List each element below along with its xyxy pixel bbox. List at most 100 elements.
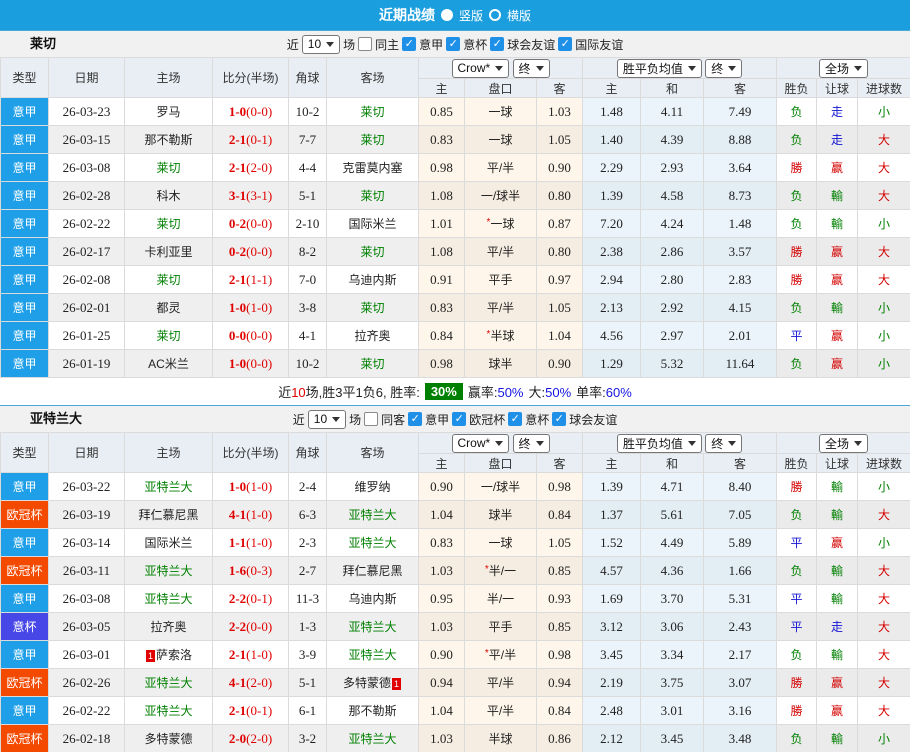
match-scope-select[interactable]: 全场 (819, 58, 869, 78)
result-handicap: 輸 (816, 181, 859, 210)
record-summary: 近10场,胜3平1负6, 胜率: 30% 赢率:50% 大:50% 单率:60% (0, 378, 910, 405)
avg-draw-odds: 4.36 (640, 556, 705, 585)
average-odds-select[interactable]: 胜平负均值 (616, 433, 702, 453)
home-team[interactable]: 亚特兰大 (124, 556, 213, 585)
same-venue-checkbox[interactable] (358, 37, 373, 51)
home-team[interactable]: 罗马 (124, 97, 213, 126)
home-team[interactable]: 都灵 (124, 293, 213, 322)
score-half: (1-0) (246, 534, 273, 550)
col-header-corner: 角球 (288, 57, 327, 98)
recent-count-select[interactable]: 10 (301, 34, 341, 54)
result-handicap: 輸 (816, 556, 859, 585)
away-team[interactable]: 拜仁慕尼黑 (326, 556, 419, 585)
odds-stage-select[interactable]: 终 (512, 433, 550, 453)
away-team[interactable]: 亚特兰大 (326, 724, 419, 752)
odds-stage-select[interactable]: 终 (512, 58, 550, 78)
league-filter-checkbox-2[interactable]: ✓ (508, 412, 523, 426)
result-goals: 小 (857, 209, 910, 238)
score: 2-1(1-1) (212, 265, 289, 294)
handicap-line: *一球 (464, 209, 537, 238)
home-team[interactable]: 莱切 (124, 153, 213, 182)
away-team[interactable]: 拉齐奥 (326, 321, 419, 350)
same-venue-checkbox[interactable] (364, 412, 379, 426)
away-team[interactable]: 乌迪内斯 (326, 265, 419, 294)
away-team[interactable]: 莱切 (326, 349, 419, 378)
home-team-label: 卡利亚里 (144, 245, 193, 259)
home-team[interactable]: 莱切 (124, 321, 213, 350)
away-team[interactable]: 莱切 (326, 181, 419, 210)
corner-score: 6-3 (288, 500, 327, 529)
home-team[interactable]: 拉齐奥 (124, 612, 213, 641)
home-team[interactable]: 亚特兰大 (124, 696, 213, 725)
home-team[interactable]: 科木 (124, 181, 213, 210)
league-badge: 欧冠杯 (0, 500, 49, 529)
home-team[interactable]: 1 萨索洛 (124, 640, 213, 669)
home-team[interactable]: 亚特兰大 (124, 668, 213, 697)
league-filter-checkbox-1[interactable]: ✓ (452, 412, 467, 426)
away-team[interactable]: 克雷莫内塞 (326, 153, 419, 182)
away-team[interactable]: 那不勒斯 (326, 696, 419, 725)
vertical-layout-label[interactable]: 竖版 (459, 7, 483, 24)
home-team[interactable]: AC米兰 (124, 349, 213, 378)
league-filter-checkbox-2[interactable]: ✓ (490, 37, 505, 51)
bookmaker-select[interactable]: Crow* (451, 433, 510, 453)
average-odds-select[interactable]: 胜平负均值 (616, 58, 702, 78)
home-team[interactable]: 拜仁慕尼黑 (124, 500, 213, 529)
avg-lose-odds: 3.48 (703, 724, 778, 752)
away-team[interactable]: 亚特兰大 (326, 500, 419, 529)
away-team[interactable]: 亚特兰大 (326, 528, 419, 557)
away-team[interactable]: 莱切 (326, 293, 419, 322)
vertical-layout-radio[interactable] (440, 9, 453, 21)
avg-lose-odds: 3.16 (703, 696, 778, 725)
score: 1-6(0-3) (212, 556, 289, 585)
result-outcome: 负 (776, 640, 818, 669)
league-badge: 意甲 (0, 528, 49, 557)
handicap-away-odds: 0.90 (535, 153, 584, 182)
match-row: 意甲 26-02-17 卡利亚里 0-2(0-0) 8-2 莱切 1.08 平/半 0.80 2.… (0, 237, 910, 266)
horizontal-layout-radio[interactable] (489, 9, 501, 21)
home-team[interactable]: 亚特兰大 (124, 472, 213, 501)
result-outcome: 勝 (776, 153, 818, 182)
corner-score: 2-4 (288, 472, 327, 501)
home-team[interactable]: 莱切 (124, 265, 213, 294)
away-team[interactable]: 莱切 (326, 125, 419, 154)
page-title: 近期战绩 (378, 7, 435, 23)
away-team[interactable]: 亚特兰大 (326, 612, 419, 641)
away-team[interactable]: 亚特兰大 (326, 640, 419, 669)
col-header-home: 主场 (124, 57, 213, 98)
league-filter-checkbox-0[interactable]: ✓ (402, 37, 417, 51)
home-team[interactable]: 亚特兰大 (124, 584, 213, 613)
home-team[interactable]: 多特蒙德 (124, 724, 213, 752)
away-team[interactable]: 国际米兰 (326, 209, 419, 238)
match-scope-select[interactable]: 全场 (819, 433, 869, 453)
away-team[interactable]: 维罗纳 (326, 472, 419, 501)
recent-count-select[interactable]: 10 (307, 409, 347, 429)
home-team[interactable]: 卡利亚里 (124, 237, 213, 266)
match-date: 26-02-08 (48, 265, 125, 294)
avg-lose-odds: 1.48 (703, 209, 778, 238)
bookmaker-select[interactable]: Crow* (451, 58, 510, 78)
league-filter-checkbox-0[interactable]: ✓ (408, 412, 423, 426)
home-team[interactable]: 那不勒斯 (124, 125, 213, 154)
odds-stage-select[interactable]: 终 (705, 433, 743, 453)
avg-win-odds: 2.29 (582, 153, 642, 182)
league-filter-checkbox-3[interactable]: ✓ (552, 412, 567, 426)
league-badge: 意甲 (0, 209, 49, 238)
away-team[interactable]: 多特蒙德 1 (326, 668, 419, 697)
away-team-label: 乌迪内斯 (348, 592, 397, 606)
league-filter-checkbox-3[interactable]: ✓ (558, 37, 573, 51)
league-filter-checkbox-1[interactable]: ✓ (446, 37, 461, 51)
away-team[interactable]: 莱切 (326, 97, 419, 126)
away-team-label: 多特蒙德 (342, 676, 391, 690)
score-half: (1-0) (246, 478, 273, 494)
handicap-home-odds: 0.84 (418, 321, 465, 350)
home-team[interactable]: 莱切 (124, 209, 213, 238)
home-team[interactable]: 国际米兰 (124, 528, 213, 557)
result-handicap: 走 (816, 612, 859, 641)
odds-stage-select[interactable]: 终 (705, 58, 743, 78)
away-team[interactable]: 乌迪内斯 (326, 584, 419, 613)
handicap-text: 一球 (490, 217, 515, 231)
away-team[interactable]: 莱切 (326, 237, 419, 266)
horizontal-layout-label[interactable]: 横版 (507, 7, 531, 24)
handicap-home-odds: 1.01 (418, 209, 465, 238)
